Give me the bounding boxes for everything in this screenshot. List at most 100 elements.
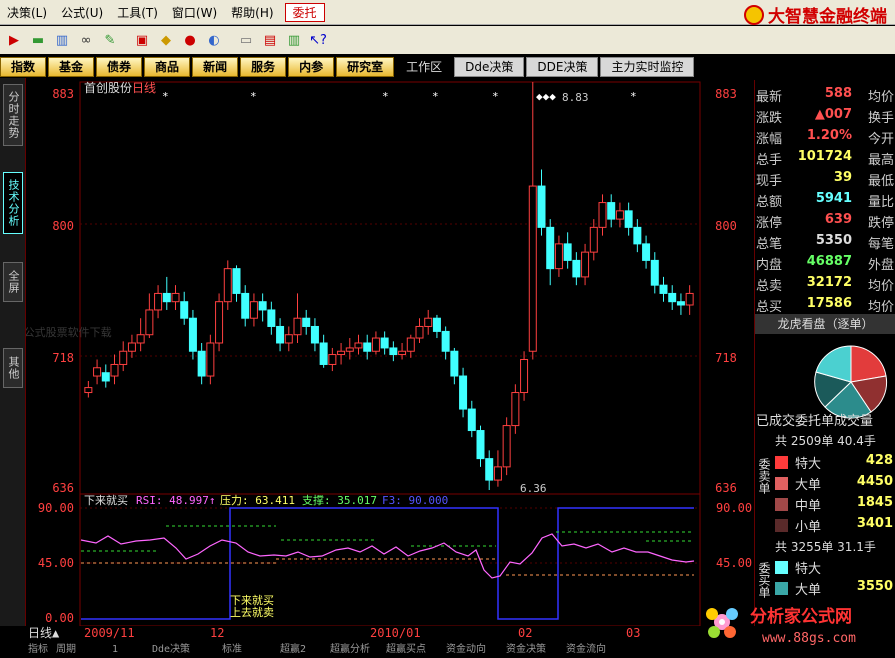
order-type: 小单: [795, 520, 822, 535]
quote-label-right: 最高: [867, 153, 894, 168]
binoculars-icon[interactable]: ∞: [75, 30, 97, 50]
candle-body: [476, 430, 485, 460]
kline-chart[interactable]: 883 800 718 636 883 800 718 636 首创股份 日线 …: [26, 78, 754, 626]
order-volume: 3550: [856, 579, 893, 594]
quote-label-right: 均价: [867, 279, 894, 294]
candle-body: [528, 185, 537, 352]
candle-body: [197, 350, 206, 377]
dice-icon[interactable]: ▣: [131, 30, 153, 50]
books-icon[interactable]: ▥: [283, 30, 305, 50]
bottom-tab[interactable]: 资金决策: [506, 642, 546, 655]
quote-value: 32172: [806, 275, 852, 290]
candle-body: [180, 301, 189, 319]
axis-label-right: 718: [715, 351, 737, 365]
date-label: 2010/01: [370, 626, 421, 640]
chart-icon[interactable]: ▥: [51, 30, 73, 50]
star-marker: ◆◆◆: [536, 90, 556, 103]
window-icon[interactable]: ▤: [259, 30, 281, 50]
site-watermark: 分析家公式网 www.88gs.com: [700, 598, 895, 655]
quote-row: 总买 17586 均价: [755, 294, 895, 315]
side-tab-fullscreen[interactable]: 全屏: [3, 262, 23, 302]
date-label: 03: [626, 626, 640, 640]
candle-body: [546, 226, 555, 270]
bottom-tab[interactable]: 超赢2: [280, 642, 306, 655]
candle-body: [659, 284, 668, 294]
bottom-tab[interactable]: 资金流向: [566, 642, 606, 655]
bottom-tab[interactable]: 标准: [222, 643, 242, 655]
tab-main-monitor[interactable]: 主力实时监控: [600, 56, 695, 77]
bottom-tab[interactable]: 周期: [56, 643, 76, 655]
order-type: 特大: [795, 562, 822, 577]
quote-label-right: 换手: [867, 111, 894, 126]
flag-icon[interactable]: ▶: [3, 30, 25, 50]
bottom-tab[interactable]: 指标: [28, 642, 48, 655]
tab-dde-decision-2[interactable]: DDE决策: [526, 56, 599, 77]
rsi-line: [80, 533, 695, 579]
menu-help[interactable]: 帮助(H): [224, 4, 280, 21]
candle-body: [93, 367, 102, 377]
toolbar-separator: [227, 30, 233, 50]
buy-summary: 共 3255单 31.1手: [775, 540, 876, 554]
side-tab-other[interactable]: 其他: [3, 348, 23, 388]
quote-value: 5941: [815, 191, 852, 206]
candle-body: [424, 317, 433, 327]
menu-formula[interactable]: 公式(U): [54, 4, 110, 21]
candle-body: [267, 309, 276, 327]
tab-commodity[interactable]: 商品: [144, 56, 191, 77]
candle-body: [598, 202, 607, 228]
bottom-tab[interactable]: Dde决策: [152, 642, 190, 655]
candle-body: [554, 243, 563, 270]
bird-icon[interactable]: ◐: [203, 30, 225, 50]
candle-body: [363, 342, 372, 352]
indicator-axis-right: 45.00: [716, 556, 752, 570]
bottom-tab[interactable]: 超赢买点: [386, 642, 426, 655]
quote-row: 总笔 5350 每笔: [755, 231, 895, 252]
diamond-icon[interactable]: ◆: [155, 30, 177, 50]
tab-service[interactable]: 服务: [240, 56, 287, 77]
tab-dde-decision[interactable]: Dde决策: [454, 56, 525, 77]
tab-workspace[interactable]: 工作区: [396, 56, 453, 77]
bottom-tab[interactable]: 1: [112, 644, 118, 655]
candle-body: [537, 185, 546, 228]
order-title: 已成交委托单成交量: [756, 414, 874, 429]
help-arrow-icon[interactable]: ↖?: [307, 30, 329, 50]
tab-news[interactable]: 新闻: [192, 56, 239, 77]
watermark-url: www.88gs.com: [762, 631, 856, 646]
dragon-tiger-banner[interactable]: 龙虎看盘（逐单）: [755, 314, 895, 334]
star-marker: *: [162, 90, 169, 103]
candle-body: [572, 259, 581, 278]
sign-icon[interactable]: ●: [179, 30, 201, 50]
quote-label: 涨幅: [756, 132, 783, 147]
tab-fund[interactable]: 基金: [48, 56, 95, 77]
tab-index[interactable]: 指数: [0, 56, 47, 77]
tab-insider[interactable]: 内参: [288, 56, 335, 77]
scroll-icon[interactable]: ▬: [27, 30, 49, 50]
menu-tools[interactable]: 工具(T): [110, 4, 165, 21]
side-tab-technical[interactable]: 技术分析: [3, 172, 23, 234]
bottom-tab[interactable]: 超赢分析: [330, 642, 370, 655]
candle-body: [241, 292, 250, 319]
category-tab-bar: 指数 基金 债券 商品 新闻 服务 内参 研究室 工作区 Dde决策 DDE决策…: [0, 55, 895, 78]
brand-icon: [744, 4, 764, 25]
quote-label-right: 外盘: [867, 258, 894, 273]
bottom-tab[interactable]: 资金动向: [446, 642, 486, 655]
tab-research[interactable]: 研究室: [336, 56, 395, 77]
quote-row: 最新 588 均价: [755, 84, 895, 105]
period-label[interactable]: 日线▲: [28, 626, 60, 640]
quote-label: 现手: [756, 174, 783, 189]
note-icon[interactable]: ▭: [235, 30, 257, 50]
side-tab-intraday[interactable]: 分时走势: [3, 84, 23, 146]
candle-body: [337, 350, 346, 356]
tab-bond[interactable]: 债券: [96, 56, 143, 77]
menu-window[interactable]: 窗口(W): [165, 4, 224, 21]
candle-body: [171, 292, 180, 303]
quote-label: 最新: [756, 90, 783, 105]
menu-trade[interactable]: 委托: [284, 2, 325, 22]
notebook-icon[interactable]: ✎: [99, 30, 121, 50]
candle-body: [293, 317, 302, 336]
menu-decision[interactable]: 决策(L): [0, 4, 54, 21]
candle-body: [136, 334, 145, 344]
quote-label-right: 量比: [867, 195, 894, 210]
candle-body: [624, 210, 633, 228]
candle-body: [162, 292, 171, 303]
